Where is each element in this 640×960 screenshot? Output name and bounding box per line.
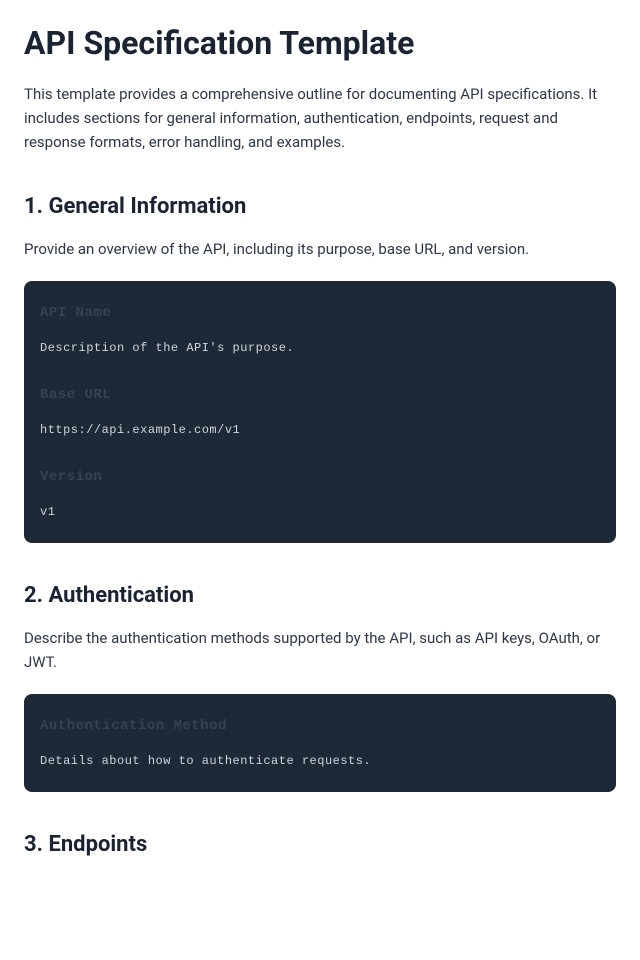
section-heading-general: 1. General Information	[24, 194, 616, 219]
page-title: API Specification Template	[24, 24, 616, 62]
code-value: v1	[40, 505, 600, 519]
section-heading-endpoints: 3. Endpoints	[24, 832, 616, 857]
code-section: Version v1	[40, 469, 600, 519]
code-block-auth: Authentication Method Details about how …	[24, 694, 616, 792]
code-block-general: API Name Description of the API's purpos…	[24, 281, 616, 543]
code-label: API Name	[40, 305, 600, 321]
section-description-general: Provide an overview of the API, includin…	[24, 237, 616, 261]
section-heading-auth: 2. Authentication	[24, 583, 616, 608]
code-section: Base URL https://api.example.com/v1	[40, 387, 600, 437]
code-label: Version	[40, 469, 600, 485]
code-section: Authentication Method Details about how …	[40, 718, 600, 768]
code-value: Description of the API's purpose.	[40, 341, 600, 355]
code-label: Authentication Method	[40, 718, 600, 734]
code-section: API Name Description of the API's purpos…	[40, 305, 600, 355]
section-description-auth: Describe the authentication methods supp…	[24, 626, 616, 674]
code-value: https://api.example.com/v1	[40, 423, 600, 437]
intro-paragraph: This template provides a comprehensive o…	[24, 82, 616, 154]
code-value: Details about how to authenticate reques…	[40, 754, 600, 768]
code-label: Base URL	[40, 387, 600, 403]
